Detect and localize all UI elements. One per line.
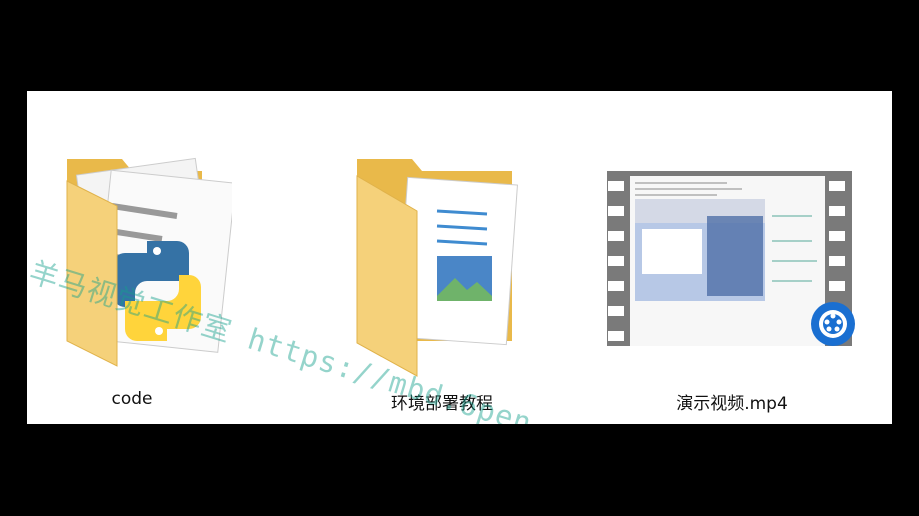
video-file-icon (607, 171, 855, 346)
document-folder-icon (356, 159, 518, 377)
file-video[interactable]: 演示视频.mp4 (607, 121, 857, 414)
folder-code-label: code (111, 389, 153, 409)
folder-tutorial-label: 环境部署教程 (391, 394, 493, 414)
folder-tutorial[interactable]: 环境部署教程 (342, 121, 542, 414)
python-folder-icon (66, 157, 232, 367)
file-explorer-view: code 环境部署教程 演示视频.mp4 羊马视觉工作室 (27, 91, 892, 424)
file-video-label: 演示视频.mp4 (676, 394, 788, 414)
folder-code[interactable]: code (32, 121, 232, 409)
